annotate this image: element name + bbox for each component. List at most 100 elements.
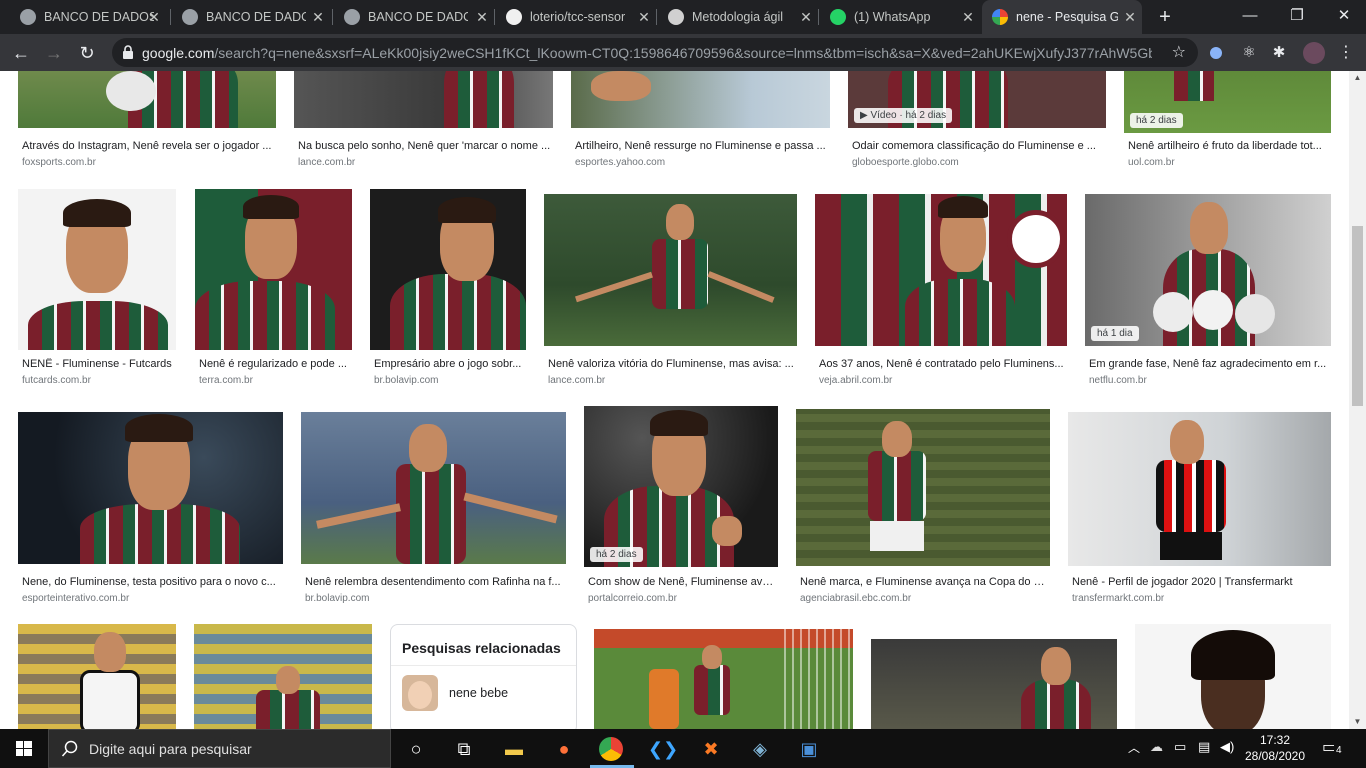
image-result[interactable]: Nenê marca, e Fluminense avança na Copa … (796, 406, 1050, 606)
tab-banco-2[interactable]: BANCO DE DADOS ✕ (170, 0, 332, 34)
result-thumbnail[interactable]: ▶ Vídeo · há 2 dias (848, 71, 1106, 128)
app-icon[interactable]: ◈ (746, 735, 774, 763)
firefox-icon[interactable]: ● (550, 735, 578, 763)
close-icon[interactable]: ✕ (146, 9, 162, 25)
close-icon[interactable]: ✕ (636, 9, 652, 25)
xampp-icon[interactable]: ✖ (697, 735, 725, 763)
volume-icon[interactable]: ◀) (1220, 739, 1234, 755)
battery-icon[interactable]: ▭ (1174, 739, 1186, 755)
result-thumbnail[interactable] (796, 409, 1050, 566)
scroll-down-arrow-icon[interactable]: ▼ (1349, 715, 1366, 729)
result-thumbnail[interactable] (594, 629, 853, 729)
image-result[interactable]: Através do Instagram, Nenê revela ser o … (18, 71, 276, 168)
tab-github[interactable]: loterio/tcc-sensor ✕ (494, 0, 656, 34)
result-thumbnail[interactable] (1068, 412, 1331, 566)
vscode-icon[interactable]: ❮❯ (648, 735, 678, 763)
image-result[interactable]: Artilheiro, Nenê ressurge no Fluminense … (571, 71, 830, 168)
new-tab-button[interactable]: + (1155, 7, 1175, 27)
result-thumbnail[interactable] (18, 189, 176, 350)
result-thumbnail[interactable] (571, 71, 830, 128)
result-caption[interactable]: Nenê valoriza vitória do Fluminense, mas… (548, 358, 795, 370)
chrome-icon[interactable] (599, 737, 623, 761)
result-source[interactable]: esportes.yahoo.com (575, 157, 828, 168)
scrollbar-thumb[interactable] (1352, 226, 1363, 406)
result-thumbnail[interactable] (18, 412, 283, 564)
result-source[interactable]: veja.abril.com.br (819, 375, 1065, 386)
result-thumbnail[interactable] (301, 412, 566, 564)
file-explorer-icon[interactable]: ▬ (500, 735, 528, 763)
puzzle-extensions-icon[interactable]: ✱ (1270, 44, 1288, 62)
image-result[interactable]: Nenê valoriza vitória do Fluminense, mas… (544, 189, 797, 389)
result-source[interactable]: foxsports.com.br (22, 157, 274, 168)
result-thumbnail[interactable]: há 2 dias (1124, 71, 1331, 133)
extension-icon[interactable] (1207, 44, 1225, 62)
result-source[interactable]: transfermarkt.com.br (1072, 593, 1329, 604)
image-result[interactable]: Nenê é regularizado e pode ... terra.com… (195, 189, 352, 389)
image-result[interactable]: ▶ Vídeo · há 2 dias Odair comemora class… (848, 71, 1106, 168)
profile-avatar[interactable] (1303, 42, 1325, 64)
minimize-button[interactable]: — (1240, 6, 1260, 26)
close-icon[interactable]: ✕ (1122, 9, 1138, 25)
taskbar-clock[interactable]: 17:32 28/08/2020 (1240, 732, 1310, 764)
result-source[interactable]: lance.com.br (298, 157, 551, 168)
result-thumbnail[interactable] (18, 71, 276, 128)
result-thumbnail[interactable]: há 1 dia (1085, 194, 1331, 346)
result-caption[interactable]: Artilheiro, Nenê ressurge no Fluminense … (575, 140, 828, 152)
result-caption[interactable]: Nenê marca, e Fluminense avança na Copa … (800, 576, 1048, 588)
start-button[interactable] (0, 729, 48, 768)
action-center-icon[interactable]: ▭ 4 (1322, 737, 1346, 759)
image-result[interactable]: NENÊ - Fluminense - Futcards futcards.co… (18, 189, 176, 389)
result-thumbnail[interactable] (1135, 624, 1331, 729)
result-source[interactable]: netflu.com.br (1089, 375, 1329, 386)
image-result[interactable]: há 2 dias Nenê artilheiro é fruto da lib… (1124, 71, 1331, 168)
result-thumbnail[interactable] (544, 194, 797, 346)
result-caption[interactable]: Nenê - Perfil de jogador 2020 | Transfer… (1072, 576, 1329, 588)
page-scrollbar[interactable]: ▲ ▼ (1349, 71, 1366, 729)
result-caption[interactable]: Nenê relembra desentendimento com Rafinh… (305, 576, 564, 588)
url-text[interactable]: google.com/search?q=nene&sxsrf=ALeKk00js… (142, 45, 1152, 61)
result-thumbnail[interactable] (871, 639, 1117, 729)
atom-extension-icon[interactable]: ⚛ (1240, 44, 1258, 62)
result-caption[interactable]: Com show de Nenê, Fluminense ava... (588, 576, 776, 588)
result-thumbnail[interactable]: há 2 dias (584, 406, 778, 567)
image-result[interactable]: há 1 dia Em grande fase, Nenê faz agrade… (1085, 189, 1331, 389)
result-thumbnail[interactable] (195, 189, 352, 350)
result-source[interactable]: br.bolavip.com (305, 593, 564, 604)
image-result[interactable] (1135, 624, 1331, 729)
result-source[interactable]: agenciabrasil.ebc.com.br (800, 593, 1048, 604)
result-source[interactable]: terra.com.br (199, 375, 350, 386)
image-result[interactable]: Empresário abre o jogo sobr... br.bolavi… (370, 189, 526, 389)
image-result[interactable] (18, 624, 176, 729)
bookmark-star-icon[interactable]: ☆ (1172, 42, 1186, 62)
result-caption[interactable]: Odair comemora classificação do Fluminen… (852, 140, 1104, 152)
terminal-app-icon[interactable]: ▣ (795, 735, 823, 763)
image-result[interactable]: Nenê - Perfil de jogador 2020 | Transfer… (1068, 406, 1331, 606)
chevron-up-icon[interactable]: ︿ (1128, 739, 1140, 756)
cortana-icon[interactable]: ○ (402, 735, 430, 763)
tab-banco-3[interactable]: BANCO DE DADOS ✕ (332, 0, 494, 34)
window-close-button[interactable]: ✕ (1334, 6, 1354, 26)
result-thumbnail[interactable] (18, 624, 176, 729)
taskbar-search-box[interactable]: Digite aqui para pesquisar (48, 729, 391, 768)
result-source[interactable]: globoesporte.globo.com (852, 157, 1104, 168)
image-result[interactable] (871, 639, 1117, 729)
result-caption[interactable]: Nene, do Fluminense, testa positivo para… (22, 576, 281, 588)
result-source[interactable]: portalcorreio.com.br (588, 593, 776, 604)
image-result[interactable]: Aos 37 anos, Nenê é contratado pelo Flum… (815, 189, 1067, 389)
result-caption[interactable]: Empresário abre o jogo sobr... (374, 358, 524, 370)
tab-wordpress[interactable]: Metodologia ágil ✕ (656, 0, 818, 34)
forward-button[interactable]: → (42, 41, 66, 65)
close-icon[interactable]: ✕ (798, 9, 814, 25)
image-result[interactable]: Nenê relembra desentendimento com Rafinh… (301, 406, 566, 606)
result-thumbnail[interactable] (370, 189, 526, 350)
close-icon[interactable]: ✕ (474, 9, 490, 25)
close-icon[interactable]: ✕ (960, 9, 976, 25)
tab-google-search[interactable]: nene - Pesquisa G ✕ (982, 0, 1142, 34)
maximize-button[interactable]: ❐ (1287, 6, 1307, 26)
result-thumbnail[interactable] (194, 624, 372, 729)
result-source[interactable]: futcards.com.br (22, 375, 174, 386)
result-caption[interactable]: Nenê artilheiro é fruto da liberdade tot… (1128, 140, 1329, 152)
result-source[interactable]: br.bolavip.com (374, 375, 524, 386)
result-source[interactable]: esporteinterativo.com.br (22, 593, 281, 604)
result-source[interactable]: uol.com.br (1128, 157, 1329, 168)
